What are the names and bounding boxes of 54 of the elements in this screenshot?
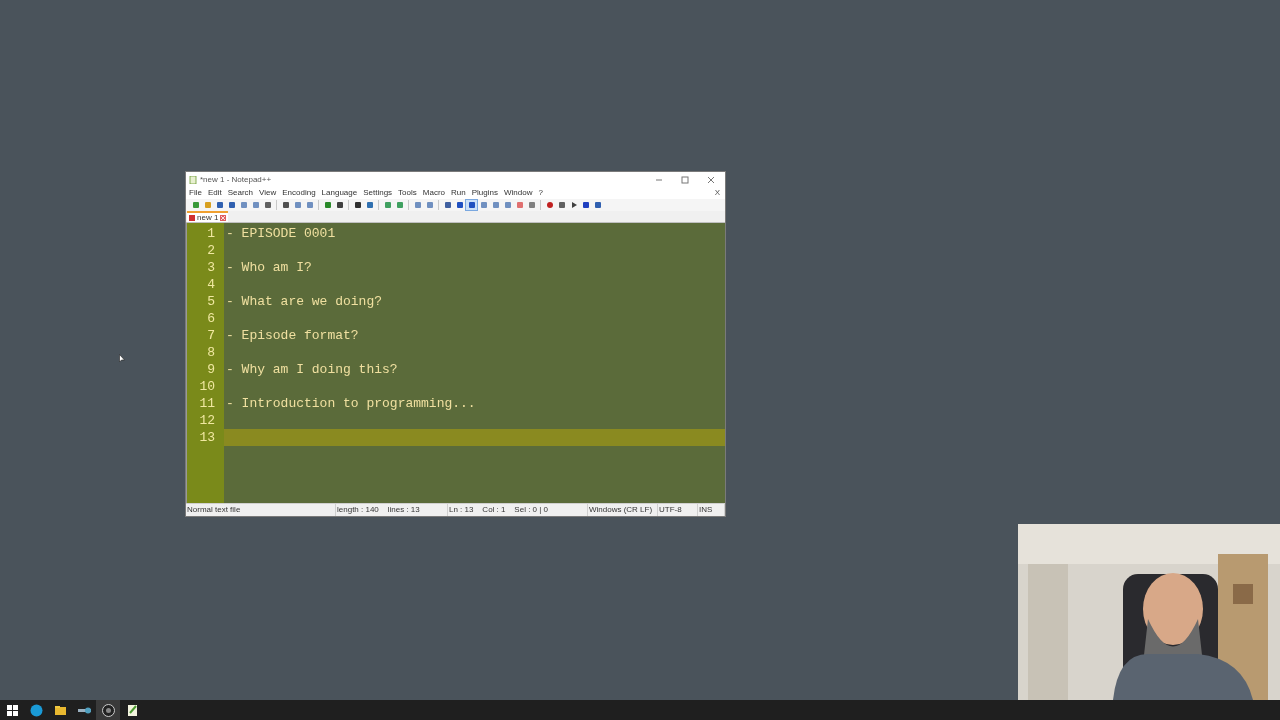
status-text: Ln : 13 Col : 1 Sel : 0 | 0 [449, 506, 549, 514]
toolbar-button[interactable] [544, 200, 555, 210]
line-number: 11 [199, 397, 215, 410]
line-number: 8 [207, 346, 215, 359]
line-number: 1 [207, 227, 215, 240]
menu-item[interactable]: Plugins [471, 189, 498, 197]
menu-item[interactable]: Macro [422, 189, 446, 197]
unsaved-file-icon [189, 214, 195, 221]
menu-item[interactable]: Settings [363, 189, 393, 197]
document-tab[interactable]: new 1 [187, 211, 229, 222]
camera-icon [100, 702, 116, 718]
maximize-icon[interactable] [681, 175, 689, 184]
record-icon [545, 201, 554, 209]
window-title: *new 1 - Notepad++ [200, 175, 272, 184]
menu-item[interactable]: Search [227, 189, 254, 197]
line-number: 5 [207, 295, 215, 308]
notepad-icon [189, 175, 197, 184]
editor[interactable]: 1 2 3 4 5 6 7 8 9 10 11 12 13 - EPISODE 0001 - Who am I? - What are we doing? - Episode format? - Why am I doing this? - Introduction to programming... [186, 223, 725, 503]
code-text: - EPISODE 0001 [226, 227, 336, 240]
line-number: 9 [207, 363, 215, 376]
menu-item[interactable]: File [189, 189, 202, 197]
start-icon [4, 702, 20, 718]
status-text: length : 140 lines : 13 [337, 506, 420, 514]
menu-item[interactable]: Language [321, 189, 358, 197]
play-icon [569, 201, 578, 209]
taskbar-camera-button[interactable] [96, 700, 120, 720]
line-number: 6 [207, 312, 215, 325]
code-text: - Who am I? [226, 261, 312, 274]
menu-item[interactable]: ? [538, 189, 543, 197]
line-number: 13 [199, 431, 215, 444]
close-icon[interactable] [707, 175, 715, 184]
line-number: 3 [207, 261, 215, 274]
menu-item[interactable]: View [259, 189, 277, 197]
status-text: INS [699, 506, 713, 514]
line-number: 12 [199, 414, 215, 427]
menu-item[interactable]: Edit [207, 189, 222, 197]
line-number: 10 [199, 380, 215, 393]
menu-item[interactable]: Window [503, 189, 533, 197]
line-number: 2 [207, 244, 215, 257]
close-document-button[interactable]: X [714, 189, 722, 197]
mouse-pointer-icon [119, 354, 125, 363]
menu-item[interactable]: Run [451, 189, 466, 197]
status-text: UTF-8 [659, 506, 682, 514]
code-text: - Why am I doing this? [226, 363, 398, 376]
code-text: - What are we doing? [226, 295, 383, 308]
tab-label: new 1 [197, 213, 219, 222]
code-text: - Introduction to programming... [226, 397, 476, 410]
menu-item[interactable]: Encoding [282, 189, 316, 197]
status-text: Normal text file [187, 506, 241, 514]
status-text: Windows (CR LF) [589, 506, 653, 514]
menu-item[interactable]: Tools [398, 189, 417, 197]
code-text: - Episode format? [226, 329, 359, 342]
line-number: 4 [207, 278, 215, 291]
line-number: 7 [207, 329, 215, 342]
